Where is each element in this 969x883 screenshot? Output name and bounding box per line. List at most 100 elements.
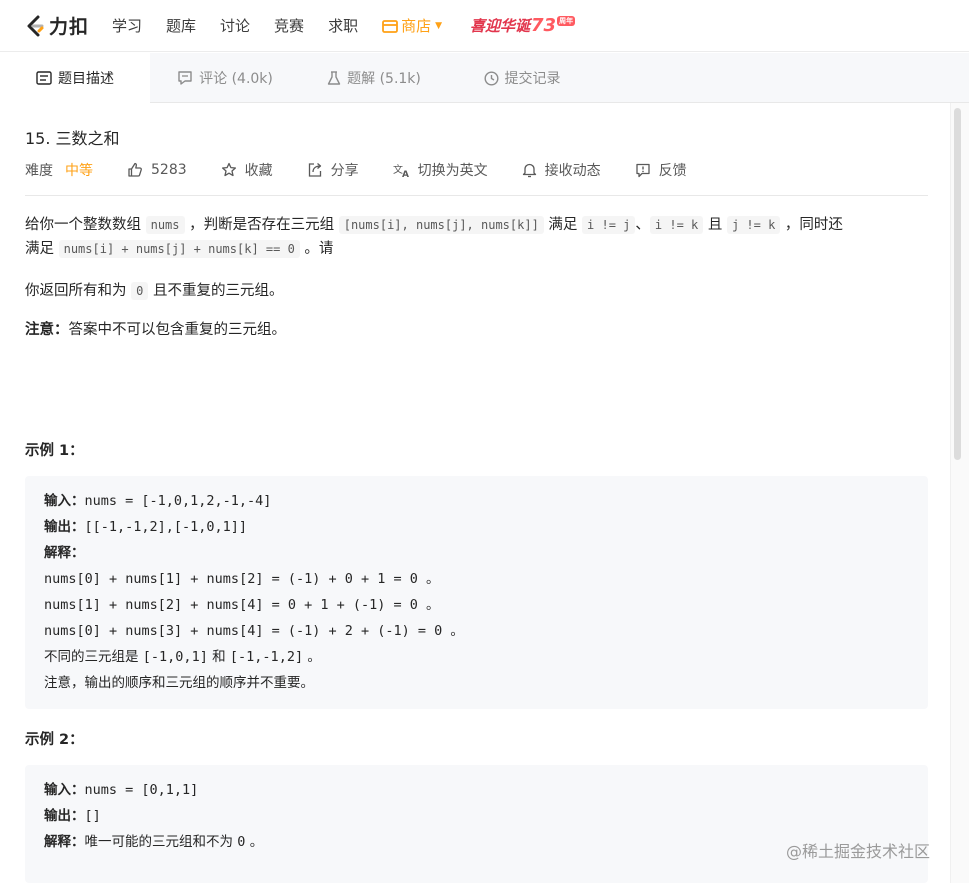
problem-meta-bar: 难度 中等 5283 收藏 分享 文 A 切换为英文 接收动态 反馈 bbox=[25, 156, 928, 184]
explain-text: 唯一可能的三元组和不为 bbox=[84, 834, 238, 850]
share-label: 分享 bbox=[330, 163, 359, 179]
input-value: nums = [0,1,1] bbox=[84, 782, 199, 798]
description-paragraph-1: 给你一个整数数组 nums ，判断是否存在三元组 [nums[i], nums[… bbox=[25, 213, 928, 237]
tab-submissions[interactable]: 提交记录 bbox=[448, 53, 596, 103]
problem-tabs: 题目描述 评论 (4.0k) 题解 (5.1k) 提交记录 bbox=[0, 53, 969, 103]
explain-line: 。 bbox=[303, 649, 321, 665]
explain-line: 不同的三元组是 bbox=[44, 649, 143, 665]
switch-language-label: 切换为英文 bbox=[417, 163, 488, 179]
feedback-button[interactable]: 反馈 bbox=[635, 160, 687, 180]
explain-line: nums[0] + nums[3] + nums[4] = (-1) + 2 +… bbox=[44, 623, 464, 639]
anniversary-banner[interactable]: 喜迎华诞 73 周年 bbox=[470, 15, 576, 36]
nav-item-store[interactable]: 商店 ▼ bbox=[382, 15, 442, 36]
logo-text: 力扣 bbox=[49, 16, 90, 38]
share-button[interactable]: 分享 bbox=[307, 160, 359, 180]
star-icon bbox=[221, 162, 236, 177]
nav-item-problems[interactable]: 题库 bbox=[166, 15, 196, 36]
tab-comments[interactable]: 评论 (4.0k) bbox=[150, 53, 300, 103]
text: 满足 bbox=[543, 217, 583, 233]
like-count: 5283 bbox=[151, 162, 187, 178]
translate-icon: 文 A bbox=[393, 163, 409, 178]
clock-icon bbox=[483, 70, 499, 86]
text: 、 bbox=[635, 217, 650, 233]
meta-divider bbox=[25, 195, 928, 196]
explain-line: nums[0] + nums[1] + nums[2] = (-1) + 0 +… bbox=[44, 571, 440, 587]
explain-text: 。 bbox=[245, 834, 264, 850]
problem-title: 15. 三数之和 bbox=[25, 129, 120, 148]
leetcode-logo[interactable]: 力扣 bbox=[24, 12, 102, 39]
share-icon bbox=[308, 163, 321, 177]
description-icon bbox=[36, 70, 52, 85]
text: 满足 bbox=[25, 241, 59, 257]
explain-line: nums[1] + nums[2] + nums[4] = 0 + 1 + (-… bbox=[44, 597, 440, 613]
tab-solutions[interactable]: 题解 (5.1k) bbox=[300, 53, 448, 103]
description-paragraph-1-cont: 满足 nums[i] + nums[j] + nums[k] == 0 。请 bbox=[25, 237, 928, 261]
text: 给你一个整数数组 bbox=[25, 217, 146, 233]
example-2-block: 输入：nums = [0,1,1] 输出：[] 解释：唯一可能的三元组和不为 0… bbox=[25, 765, 928, 883]
input-value: nums = [-1,0,1,2,-1,-4] bbox=[84, 493, 272, 509]
collect-label: 收藏 bbox=[244, 163, 273, 179]
svg-text:A: A bbox=[402, 170, 409, 178]
tab-description[interactable]: 题目描述 bbox=[0, 53, 150, 103]
tab-comments-label: 评论 (4.0k) bbox=[199, 71, 273, 87]
banner-tag: 周年 bbox=[557, 16, 576, 26]
text: 且不重复的三元组。 bbox=[148, 283, 284, 299]
nav-item-contest[interactable]: 竞赛 bbox=[274, 15, 304, 36]
description-paragraph-2: 你返回所有和为 0 且不重复的三元组。 bbox=[25, 279, 928, 303]
text: ，同时还 bbox=[780, 217, 843, 233]
input-label: 输入： bbox=[44, 493, 85, 509]
nav-item-discuss[interactable]: 讨论 bbox=[220, 15, 250, 36]
tab-solutions-label: 题解 (5.1k) bbox=[347, 71, 421, 87]
example-2-title: 示例 2： bbox=[25, 732, 84, 748]
text: 且 bbox=[703, 217, 727, 233]
like-button[interactable]: 5283 bbox=[127, 162, 187, 178]
example-1-block: 输入：nums = [-1,0,1,2,-1,-4] 输出：[[-1,-1,2]… bbox=[25, 476, 928, 709]
explain-line: 注意，输出的顺序和三元组的顺序并不重要。 bbox=[44, 675, 314, 691]
explain-code: [-1,-1,2] bbox=[229, 649, 304, 665]
text: 你返回所有和为 bbox=[25, 283, 132, 299]
inline-code: i != k bbox=[649, 216, 704, 234]
bell-icon bbox=[522, 163, 536, 178]
inline-code: [nums[i], nums[j], nums[k]] bbox=[338, 216, 544, 234]
explain-code: [-1,0,1] bbox=[142, 649, 208, 665]
banner-text: 喜迎华诞 bbox=[470, 17, 531, 35]
output-value: [] bbox=[84, 808, 101, 824]
input-label: 输入： bbox=[44, 782, 85, 798]
text: ，判断是否存在三元组 bbox=[184, 217, 339, 233]
collect-button[interactable]: 收藏 bbox=[221, 160, 273, 180]
difficulty-label: 难度 bbox=[25, 163, 53, 179]
note-paragraph: 注意：答案中不可以包含重复的三元组。 bbox=[25, 318, 928, 342]
flask-icon bbox=[327, 70, 341, 85]
output-value: [[-1,-1,2],[-1,0,1]] bbox=[84, 519, 248, 535]
output-label: 输出： bbox=[44, 808, 85, 824]
tab-description-label: 题目描述 bbox=[58, 70, 114, 87]
subscribe-label: 接收动态 bbox=[544, 163, 601, 179]
example-1-title: 示例 1： bbox=[25, 443, 84, 459]
note-label: 注意： bbox=[25, 322, 69, 338]
inline-code: 0 bbox=[131, 282, 149, 300]
store-icon bbox=[382, 19, 398, 33]
leetcode-logo-icon bbox=[27, 15, 44, 36]
watermark: @稀土掘金技术社区 bbox=[786, 842, 931, 861]
subscribe-button[interactable]: 接收动态 bbox=[522, 160, 601, 180]
switch-language-button[interactable]: 文 A 切换为英文 bbox=[393, 160, 488, 180]
difficulty-value: 中等 bbox=[65, 163, 93, 179]
note-text: 答案中不可以包含重复的三元组。 bbox=[68, 322, 287, 338]
output-label: 输出： bbox=[44, 519, 85, 535]
nav-item-jobs[interactable]: 求职 bbox=[328, 15, 358, 36]
comment-icon bbox=[178, 70, 192, 85]
chevron-down-icon: ▼ bbox=[435, 20, 443, 31]
feedback-icon bbox=[635, 163, 650, 177]
nav-item-learn[interactable]: 学习 bbox=[112, 15, 142, 36]
scrollbar-thumb[interactable] bbox=[954, 108, 961, 460]
explain-label: 解释： bbox=[44, 545, 85, 561]
text: 。请 bbox=[299, 241, 334, 257]
inline-code: nums[i] + nums[j] + nums[k] == 0 bbox=[58, 240, 300, 258]
top-navigation: 力扣 学习 题库 讨论 竞赛 求职 商店 ▼ 喜迎华诞 73 周年 bbox=[0, 0, 969, 52]
tab-submissions-label: 提交记录 bbox=[504, 71, 561, 87]
banner-number: 73 bbox=[531, 15, 557, 36]
inline-code: i != j bbox=[582, 216, 636, 234]
inline-code: j != k bbox=[726, 216, 781, 234]
explain-line: 和 bbox=[207, 649, 230, 665]
thumbs-up-icon bbox=[128, 162, 142, 177]
